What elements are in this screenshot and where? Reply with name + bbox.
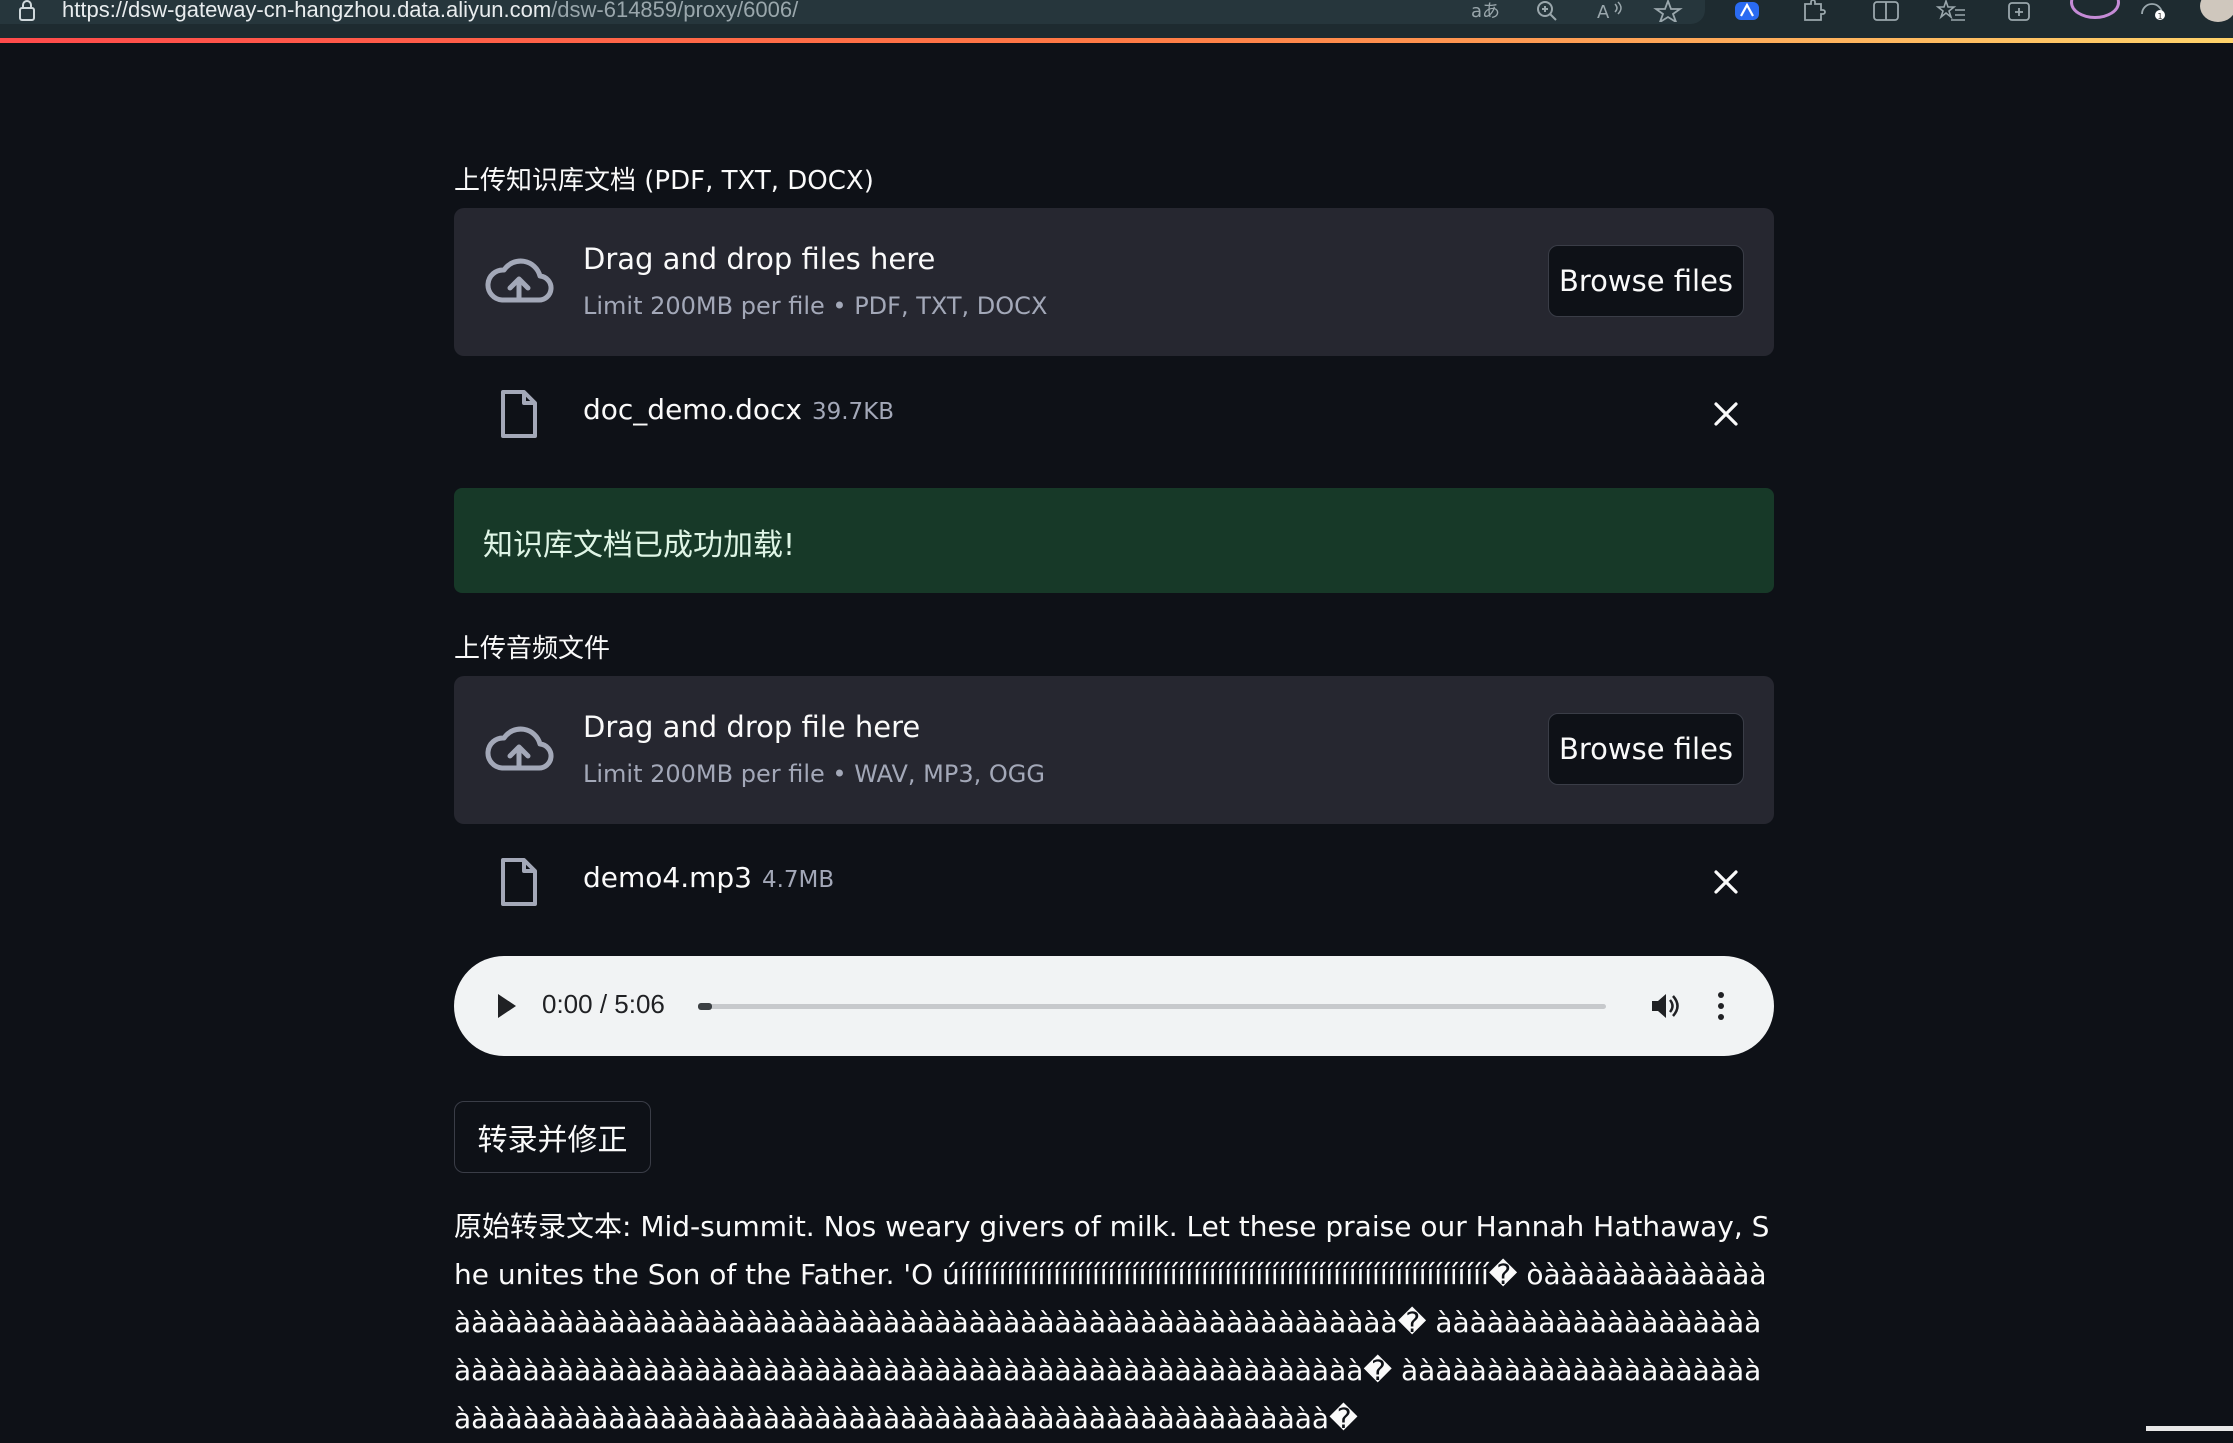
svg-text:aあ: aあ: [1471, 1, 1500, 22]
file-name: demo4.mp3 4.7MB: [583, 861, 835, 894]
svg-text:1: 1: [2158, 12, 2163, 21]
file-size: 39.7KB: [811, 399, 895, 425]
cloud-upload-icon: [482, 722, 556, 778]
avatar[interactable]: [2200, 0, 2233, 22]
read-aloud-icon[interactable]: A: [1593, 0, 1627, 23]
audio-dropzone[interactable]: Drag and drop file here Limit 200MB per …: [454, 676, 1774, 824]
url-text[interactable]: https://dsw-gateway-cn-hangzhou.data.ali…: [62, 0, 798, 23]
audio-progress-fill[interactable]: [698, 1003, 712, 1010]
browser-toolbar: https://dsw-gateway-cn-hangzhou.data.ali…: [0, 0, 2233, 38]
audio-time: 0:00 / 5:06: [542, 989, 665, 1019]
favorites-icon[interactable]: [1935, 0, 1969, 22]
file-icon: [498, 389, 540, 439]
play-icon[interactable]: [492, 990, 520, 1022]
transcript-text: Mid-summit. Nos weary givers of milk. Le…: [454, 1210, 1770, 1435]
close-icon[interactable]: [1709, 397, 1743, 431]
transcript-label: 原始转录文本:: [454, 1210, 632, 1243]
knowledge-dropzone[interactable]: Drag and drop files here Limit 200MB per…: [454, 208, 1774, 356]
copilot-icon[interactable]: [1730, 0, 1764, 22]
dropzone-title: Drag and drop files here: [583, 242, 936, 276]
extensions-icon[interactable]: [1796, 0, 1830, 22]
app-accent-line: [0, 38, 2233, 43]
success-alert: 知识库文档已成功加载!: [454, 488, 1774, 593]
knowledge-upload-label: 上传知识库文档 (PDF, TXT, DOCX): [454, 166, 874, 196]
audio-progress-track[interactable]: [698, 1003, 1606, 1010]
split-screen-icon[interactable]: [1869, 0, 1903, 22]
favorite-star-icon[interactable]: [1651, 0, 1685, 25]
address-bar[interactable]: https://dsw-gateway-cn-hangzhou.data.ali…: [0, 0, 1705, 24]
uploaded-file-row: demo4.mp3 4.7MB: [454, 853, 1774, 913]
dropzone-subtitle: Limit 200MB per file • PDF, TXT, DOCX: [583, 292, 1048, 320]
scrollbar-edge[interactable]: [2146, 1426, 2233, 1431]
zoom-icon[interactable]: [1530, 0, 1564, 22]
volume-icon[interactable]: [1648, 989, 1682, 1023]
success-message: 知识库文档已成功加载!: [483, 528, 796, 563]
audio-upload-label: 上传音频文件: [454, 634, 611, 664]
close-icon[interactable]: [1709, 865, 1743, 899]
transcribe-button[interactable]: 转录并修正: [454, 1101, 651, 1173]
cloud-upload-icon: [482, 254, 556, 310]
collections-icon[interactable]: [2001, 0, 2035, 22]
more-options-icon[interactable]: [1714, 989, 1728, 1023]
profile-icon[interactable]: [2070, 0, 2120, 19]
file-icon: [498, 857, 540, 907]
browse-files-button[interactable]: Browse files: [1548, 713, 1744, 785]
performance-icon[interactable]: 1: [2136, 0, 2170, 22]
dropzone-title: Drag and drop file here: [583, 710, 921, 744]
file-name: doc_demo.docx 39.7KB: [583, 393, 895, 426]
transcript-block: 原始转录文本: Mid-summit. Nos weary givers of …: [454, 1203, 1774, 1443]
browse-files-button[interactable]: Browse files: [1548, 245, 1744, 317]
svg-text:A: A: [1597, 2, 1610, 22]
translate-icon[interactable]: aあ: [1468, 0, 1502, 22]
lock-icon[interactable]: [14, 0, 40, 24]
file-size: 4.7MB: [761, 867, 835, 893]
audio-player: 0:00 / 5:06: [454, 956, 1774, 1056]
dropzone-subtitle: Limit 200MB per file • WAV, MP3, OGG: [583, 760, 1045, 788]
uploaded-file-row: doc_demo.docx 39.7KB: [454, 385, 1774, 445]
